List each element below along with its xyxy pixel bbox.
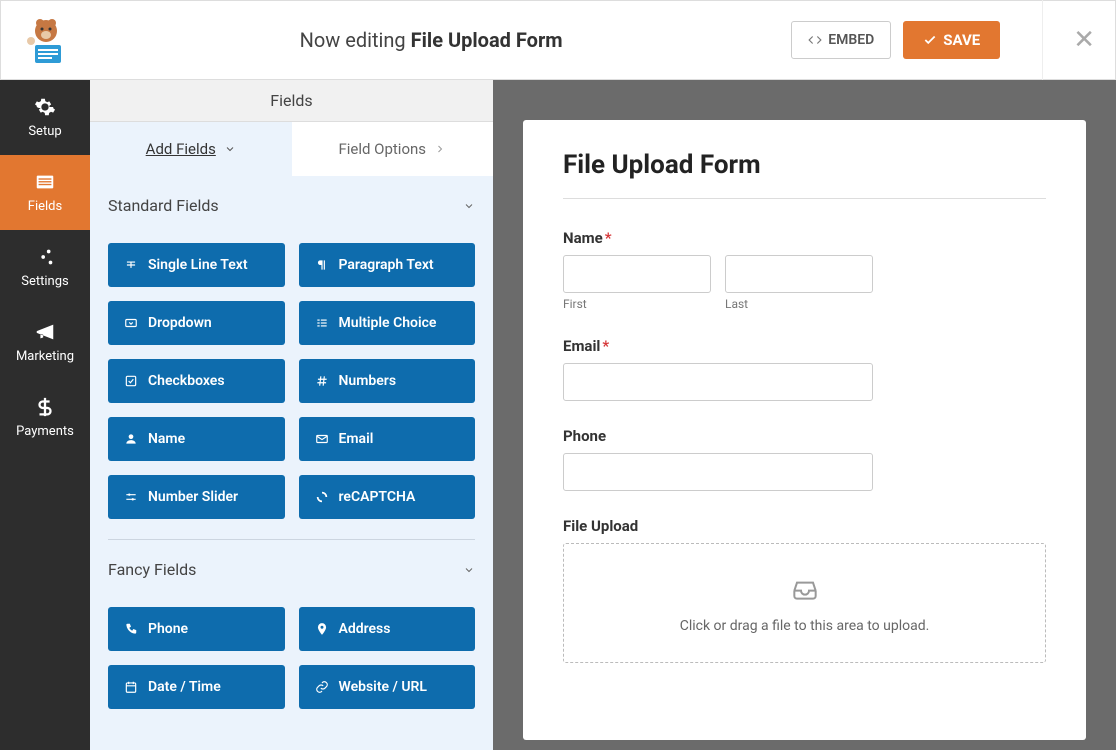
nav-payments[interactable]: Payments — [0, 380, 90, 455]
nav-label: Settings — [21, 274, 68, 289]
last-sublabel: Last — [725, 297, 873, 311]
field-number-slider[interactable]: Number Slider — [108, 475, 285, 519]
upload-hint: Click or drag a file to this area to upl… — [592, 618, 1017, 634]
field-website-url[interactable]: Website / URL — [299, 665, 476, 709]
upload-icon — [592, 572, 1017, 608]
field-checkboxes[interactable]: Checkboxes — [108, 359, 285, 403]
nav-label: Setup — [28, 124, 61, 139]
nav-marketing[interactable]: Marketing — [0, 305, 90, 380]
first-name-input[interactable] — [563, 255, 711, 293]
editing-title: Now editing File Upload Form — [71, 28, 791, 52]
chevron-down-icon — [463, 200, 475, 212]
field-numbers[interactable]: Numbers — [299, 359, 476, 403]
field-email[interactable]: Email — [299, 417, 476, 461]
file-upload-dropzone[interactable]: Click or drag a file to this area to upl… — [563, 543, 1046, 663]
chevron-right-icon — [434, 143, 446, 155]
nav-setup[interactable]: Setup — [0, 80, 90, 155]
field-date-time[interactable]: Date / Time — [108, 665, 285, 709]
phone-input[interactable] — [563, 453, 873, 491]
nav-label: Marketing — [16, 349, 74, 364]
upload-label: File Upload — [563, 517, 1046, 535]
last-name-input[interactable] — [725, 255, 873, 293]
embed-button[interactable]: EMBED — [791, 21, 891, 59]
field-phone[interactable]: Phone — [108, 607, 285, 651]
phone-label: Phone — [563, 427, 1046, 445]
field-multiple-choice[interactable]: Multiple Choice — [299, 301, 476, 345]
nav-label: Payments — [16, 424, 74, 439]
form-preview: File Upload Form Name* First Last Email* — [523, 120, 1086, 740]
panel-title: Fields — [90, 80, 493, 122]
save-button[interactable]: SAVE — [903, 21, 1000, 59]
app-logo — [21, 15, 71, 65]
field-recaptcha[interactable]: reCAPTCHA — [299, 475, 476, 519]
email-label: Email* — [563, 337, 1046, 355]
chevron-down-icon — [463, 564, 475, 576]
field-paragraph-text[interactable]: Paragraph Text — [299, 243, 476, 287]
field-single-line-text[interactable]: Single Line Text — [108, 243, 285, 287]
tab-field-options[interactable]: Field Options — [292, 122, 494, 176]
nav-label: Fields — [28, 199, 62, 214]
section-standard-fields[interactable]: Standard Fields — [108, 176, 475, 229]
chevron-down-icon — [224, 143, 236, 155]
field-dropdown[interactable]: Dropdown — [108, 301, 285, 345]
close-button[interactable]: ✕ — [1042, 0, 1095, 80]
nav-settings[interactable]: Settings — [0, 230, 90, 305]
field-name[interactable]: Name — [108, 417, 285, 461]
section-fancy-fields[interactable]: Fancy Fields — [108, 540, 475, 593]
form-title: File Upload Form — [563, 150, 1046, 180]
field-address[interactable]: Address — [299, 607, 476, 651]
name-label: Name* — [563, 229, 1046, 247]
email-input[interactable] — [563, 363, 873, 401]
tab-add-fields[interactable]: Add Fields — [90, 122, 292, 176]
nav-fields[interactable]: Fields — [0, 155, 90, 230]
first-sublabel: First — [563, 297, 711, 311]
